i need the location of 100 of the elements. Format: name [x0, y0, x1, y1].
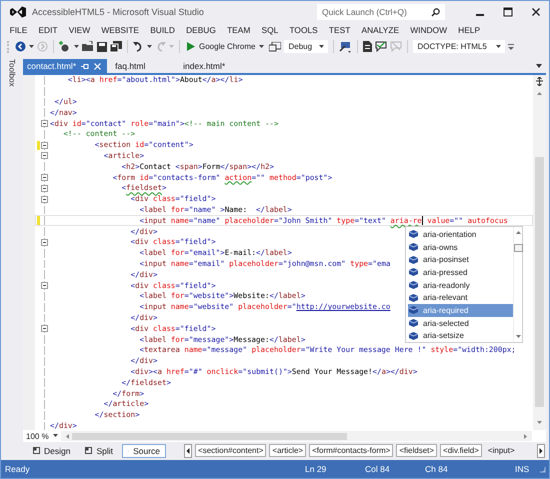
collapse-button[interactable]: [41, 196, 48, 203]
window-title: AccessibleHTML5 - Microsoft Visual Studio: [32, 7, 204, 17]
caret-icon[interactable]: [29, 44, 34, 48]
quick-launch-field[interactable]: Quick Launch (Ctrl+Q): [317, 4, 445, 20]
scroll-down-icon[interactable]: [537, 421, 542, 424]
breadcrumb-item[interactable]: <div.field>: [440, 444, 482, 457]
folder-icon[interactable]: [82, 41, 94, 52]
document-tab[interactable]: index.html*: [179, 59, 248, 73]
caret-icon: [319, 44, 324, 48]
collapse-button[interactable]: [41, 152, 48, 160]
collapse-button[interactable]: [41, 142, 48, 149]
view-tab[interactable]: Split: [79, 444, 120, 458]
scroll-right-button[interactable]: [537, 444, 545, 458]
menu-item[interactable]: TEAM: [221, 25, 256, 35]
breadcrumb-item[interactable]: <section#content>: [195, 444, 266, 457]
collapse-button[interactable]: [41, 282, 48, 290]
split-icon[interactable]: [535, 77, 544, 86]
comment-icon[interactable]: [375, 41, 388, 52]
back-icon[interactable]: [15, 41, 26, 52]
completion-item[interactable]: aria-orientation: [408, 228, 513, 241]
menu-item[interactable]: TEST: [323, 25, 356, 35]
menu-item[interactable]: TOOLS: [284, 25, 324, 35]
layout-icon: [85, 447, 92, 454]
menu-item[interactable]: HELP: [452, 25, 486, 35]
scroll-thumb[interactable]: [514, 244, 522, 252]
cube-icon: [409, 230, 418, 238]
collapse-button[interactable]: [41, 184, 48, 192]
document-tab[interactable]: contact.html*: [23, 59, 108, 73]
doctype-dropdown[interactable]: DOCTYPE: HTML5: [413, 40, 506, 53]
scroll-thumb[interactable]: [535, 157, 544, 407]
menu-item[interactable]: FILE: [4, 25, 33, 35]
scroll-left-icon[interactable]: [66, 434, 69, 438]
zoom-dropdown[interactable]: 100 %: [23, 432, 61, 440]
scroll-up-icon[interactable]: [516, 231, 520, 234]
menu-item[interactable]: SQL: [256, 25, 284, 35]
cube-icon: [409, 268, 418, 276]
cube-icon: [409, 306, 418, 314]
logo-icon: [10, 6, 26, 18]
caret-icon[interactable]: [74, 44, 79, 48]
horizontal-scrollbar[interactable]: [61, 431, 532, 441]
breadcrumb-item[interactable]: <article>: [269, 444, 306, 457]
collapse-button[interactable]: [41, 325, 48, 332]
caret-icon[interactable]: [147, 44, 152, 48]
completion-item[interactable]: aria-posinset: [408, 253, 513, 266]
close-icon[interactable]: [531, 7, 541, 17]
cube-icon: [409, 243, 418, 251]
save-all-icon[interactable]: [110, 41, 122, 52]
toolbox-tab[interactable]: Toolbox: [8, 59, 16, 87]
caret-icon[interactable]: [536, 64, 542, 68]
scroll-down-icon[interactable]: [516, 335, 520, 338]
save-icon[interactable]: [97, 42, 107, 52]
completion-item[interactable]: aria-pressed: [408, 266, 513, 279]
overflow-icon[interactable]: [508, 44, 514, 50]
play-icon: [187, 42, 195, 51]
browser-icon[interactable]: [269, 42, 282, 52]
line-number: Ln 29: [305, 464, 328, 474]
scroll-left-button[interactable]: [184, 444, 192, 458]
completion-item[interactable]: aria-setsize: [408, 329, 513, 342]
scroll-right-icon[interactable]: [524, 434, 527, 438]
menu-item[interactable]: EDIT: [32, 25, 64, 35]
undo-icon[interactable]: [133, 41, 144, 52]
menu-item[interactable]: BUILD: [144, 25, 180, 35]
maximize-icon[interactable]: [503, 7, 513, 17]
collapse-button[interactable]: [41, 238, 48, 246]
menu-item[interactable]: VIEW: [63, 25, 96, 35]
collapse-button[interactable]: [41, 174, 48, 182]
insert-mode: INS: [515, 464, 530, 474]
scroll-up-icon[interactable]: [537, 92, 542, 95]
collapse-button[interactable]: [41, 120, 48, 128]
completion-item[interactable]: aria-owns: [408, 240, 513, 254]
resize-grip-icon[interactable]: [539, 466, 546, 472]
cube-icon: [409, 256, 418, 264]
completion-item[interactable]: aria-readonly: [408, 278, 513, 292]
view-tab[interactable]: Source: [122, 444, 166, 458]
menu-item[interactable]: WEBSITE: [96, 25, 145, 35]
search-icon[interactable]: [431, 8, 440, 16]
menu-item[interactable]: WINDOW: [404, 25, 453, 35]
vertical-scrollbar[interactable]: [533, 75, 546, 430]
caret-icon: [496, 44, 502, 48]
document-icon[interactable]: [363, 41, 372, 52]
caret-icon: [53, 434, 58, 438]
breadcrumb-item[interactable]: <input>: [484, 444, 518, 457]
scroll-thumb[interactable]: [72, 432, 347, 440]
run-button[interactable]: Google Chrome: [185, 42, 266, 51]
cube-icon: [409, 294, 418, 302]
view-tab[interactable]: Design: [27, 444, 76, 458]
breadcrumb-item[interactable]: <form#contacts-form>: [309, 444, 394, 457]
layout-icon: [33, 447, 40, 454]
caret-icon: [259, 44, 264, 48]
configuration-dropdown[interactable]: Debug: [284, 40, 328, 53]
completion-item[interactable]: aria-selected: [408, 316, 513, 330]
pin-icon[interactable]: [81, 62, 90, 70]
scrollbar[interactable]: [513, 227, 522, 342]
menu-item[interactable]: ANALYZE: [356, 25, 405, 35]
completion-item[interactable]: aria-relevant: [408, 291, 513, 304]
breadcrumb-item[interactable]: <fieldset>: [396, 444, 438, 457]
status-message: Ready: [5, 464, 30, 474]
new-project-icon[interactable]: [59, 41, 71, 52]
menu-item[interactable]: DEBUG: [180, 25, 222, 35]
document-tab[interactable]: faq.html: [111, 59, 180, 73]
